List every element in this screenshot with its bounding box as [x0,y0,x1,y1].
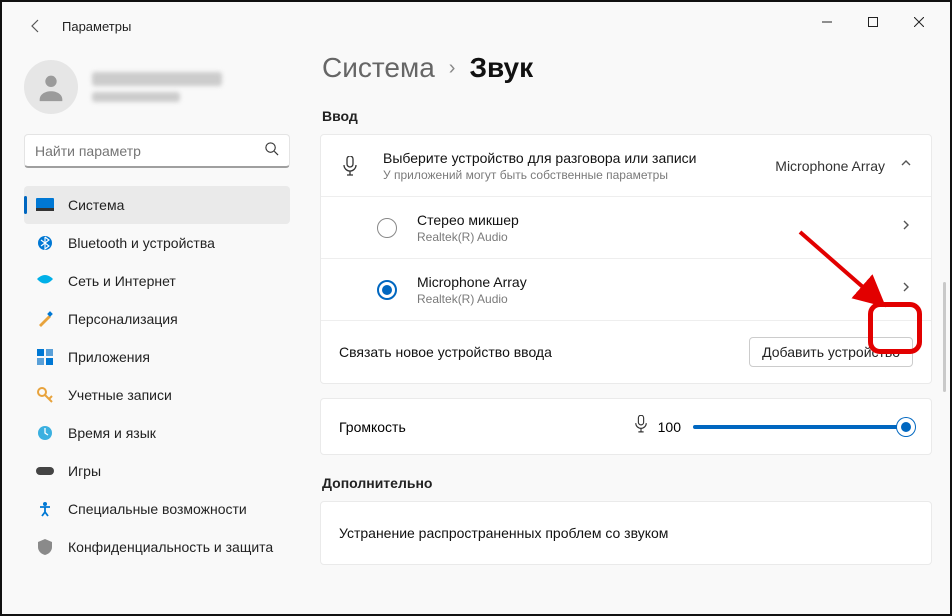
pair-device-row: Связать новое устройство ввода Добавить … [321,321,931,383]
nav-time[interactable]: Время и язык [24,414,290,452]
microphone-icon [339,156,361,176]
section-input-label: Ввод [322,108,932,124]
breadcrumb-parent[interactable]: Система [322,52,435,84]
slider-track [693,425,913,429]
troubleshoot-text: Устранение распространенных проблем со з… [339,525,913,541]
nav-system[interactable]: Система [24,186,290,224]
nav-label: Приложения [68,349,150,365]
search-box[interactable] [24,134,290,168]
row-title: Выберите устройство для разговора или за… [383,150,775,166]
nav-label: Специальные возможности [68,501,247,517]
breadcrumb: Система › Звук [322,52,932,84]
gamepad-icon [36,462,54,480]
nav-list: Система Bluetooth и устройства Сеть и Ин… [24,186,290,566]
wifi-icon [36,272,54,290]
accessibility-icon [36,500,54,518]
search-icon [264,141,279,161]
device-name: Стерео микшер [417,212,899,228]
volume-slider[interactable] [693,417,913,437]
nav-label: Конфиденциальность и защита [68,539,273,555]
troubleshoot-card[interactable]: Устранение распространенных проблем со з… [320,501,932,565]
chevron-right-icon[interactable] [899,218,913,237]
user-profile[interactable] [24,60,290,114]
minimize-button[interactable] [804,6,850,38]
nav-privacy[interactable]: Конфиденциальность и защита [24,528,290,566]
user-email-blur [92,92,180,102]
device-option-stereo[interactable]: Стерео микшер Realtek(R) Audio [321,197,931,259]
device-option-micarray[interactable]: Microphone Array Realtek(R) Audio [321,259,931,321]
volume-value: 100 [658,419,681,435]
nav-apps[interactable]: Приложения [24,338,290,376]
nav-gaming[interactable]: Игры [24,452,290,490]
nav-label: Система [68,197,124,213]
nav-label: Игры [68,463,101,479]
microphone-icon[interactable] [634,415,648,438]
avatar [24,60,78,114]
nav-network[interactable]: Сеть и Интернет [24,262,290,300]
device-name: Microphone Array [417,274,899,290]
display-icon [36,196,54,214]
volume-card: Громкость 100 [320,398,932,455]
shield-icon [36,538,54,556]
window-title: Параметры [62,19,131,34]
radio-checked[interactable] [377,280,397,300]
device-driver: Realtek(R) Audio [417,292,899,306]
maximize-icon [868,17,878,27]
nav-bluetooth[interactable]: Bluetooth и устройства [24,224,290,262]
volume-label: Громкость [339,419,406,435]
input-devices-card: Выберите устройство для разговора или за… [320,134,932,384]
close-icon [914,17,924,27]
radio-unchecked[interactable] [377,218,397,238]
scrollbar[interactable] [943,282,946,392]
clock-globe-icon [36,424,54,442]
slider-thumb[interactable] [897,418,915,436]
apps-icon [36,348,54,366]
nav-personalization[interactable]: Персонализация [24,300,290,338]
selected-device-value: Microphone Array [775,158,885,174]
person-icon [34,70,68,104]
maximize-button[interactable] [850,6,896,38]
nav-label: Bluetooth и устройства [68,235,215,251]
volume-row: Громкость 100 [321,399,931,454]
brush-icon [36,310,54,328]
back-button[interactable] [24,14,48,38]
add-device-button[interactable]: Добавить устройство [749,337,913,367]
nav-label: Время и язык [68,425,156,441]
search-input[interactable] [35,143,264,159]
breadcrumb-current: Звук [469,52,533,84]
nav-accessibility[interactable]: Специальные возможности [24,490,290,528]
user-name-blur [92,72,222,86]
chevron-up-icon [899,156,913,175]
nav-accounts[interactable]: Учетные записи [24,376,290,414]
pair-text: Связать новое устройство ввода [339,344,552,360]
nav-label: Учетные записи [68,387,172,403]
close-button[interactable] [896,6,942,38]
row-subtitle: У приложений могут быть собственные пара… [383,168,775,182]
minimize-icon [822,17,832,27]
section-additional-label: Дополнительно [322,475,932,491]
key-icon [36,386,54,404]
nav-label: Сеть и Интернет [68,273,176,289]
device-driver: Realtek(R) Audio [417,230,899,244]
chevron-right-icon: › [449,57,456,80]
bluetooth-icon [36,234,54,252]
nav-label: Персонализация [68,311,178,327]
chevron-right-icon[interactable] [899,280,913,299]
input-device-select-row[interactable]: Выберите устройство для разговора или за… [321,135,931,197]
arrow-left-icon [28,18,44,34]
